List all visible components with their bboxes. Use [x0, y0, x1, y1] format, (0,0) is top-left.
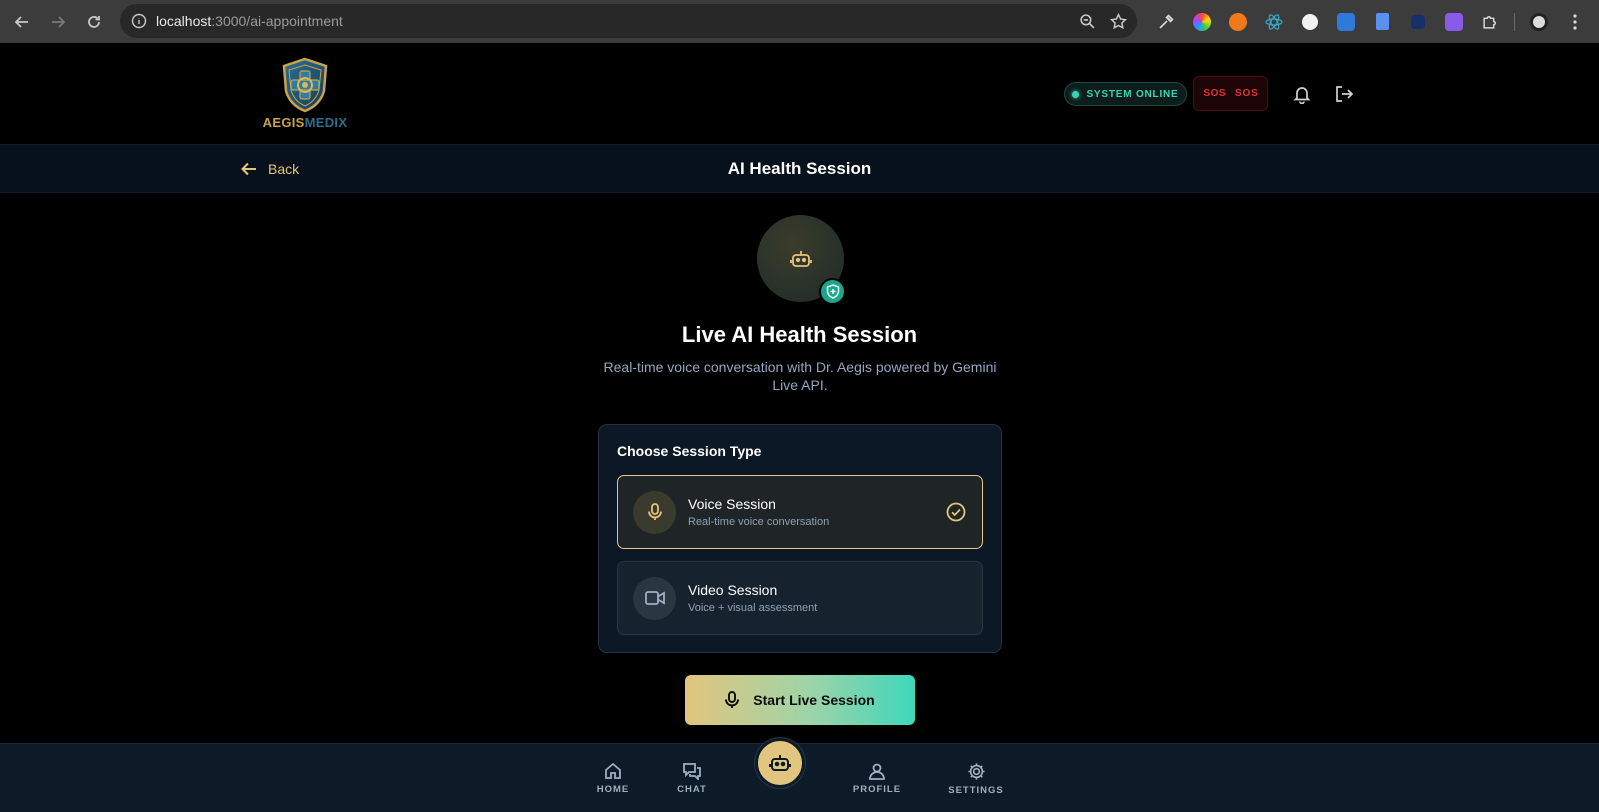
- nav-home-label: HOME: [596, 784, 630, 795]
- brand-wordmark: AEGISMEDIX: [262, 115, 348, 130]
- nav-settings[interactable]: SETTINGS: [946, 762, 1006, 796]
- url-text: localhost:3000/ai-appointment: [156, 13, 343, 29]
- status-label: SYSTEM ONLINE: [1086, 88, 1179, 100]
- session-heading: Live AI Health Session: [681, 322, 918, 347]
- sos-label: SOS: [1235, 88, 1259, 99]
- notifications-button[interactable]: [1290, 82, 1314, 106]
- voice-session-option[interactable]: Voice Session Real-time voice conversati…: [617, 475, 983, 549]
- start-session-label: Start Live Session: [753, 692, 875, 708]
- forward-nav-button[interactable]: [40, 4, 76, 40]
- nav-chat[interactable]: CHAT: [662, 762, 722, 795]
- arrow-left-icon: [14, 15, 28, 28]
- document-extension-icon[interactable]: [1364, 4, 1400, 40]
- site-info-icon[interactable]: [122, 4, 156, 38]
- ai-doctor-avatar: [757, 215, 846, 305]
- user-icon: [869, 763, 885, 780]
- orange-extension-icon[interactable]: [1220, 4, 1256, 40]
- logout-icon: [1336, 86, 1354, 102]
- blue-gear-extension-icon[interactable]: [1328, 4, 1364, 40]
- video-session-desc: Voice + visual assessment: [688, 602, 818, 614]
- purple-extension-icon[interactable]: [1436, 4, 1472, 40]
- system-status-badge: SYSTEM ONLINE: [1064, 82, 1187, 106]
- react-extension-icon[interactable]: [1256, 4, 1292, 40]
- video-session-option[interactable]: Video Session Voice + visual assessment: [617, 561, 983, 635]
- nav-settings-label: SETTINGS: [948, 785, 1004, 796]
- nav-home[interactable]: HOME: [583, 762, 643, 795]
- logout-button[interactable]: [1332, 82, 1356, 106]
- microphone-icon: [633, 490, 676, 534]
- extensions-tray: [1148, 0, 1593, 43]
- nav-profile-label: PROFILE: [852, 784, 902, 795]
- home-icon: [605, 762, 621, 779]
- eyedropper-extension-icon[interactable]: [1148, 4, 1184, 40]
- color-wheel-extension-icon[interactable]: [1184, 4, 1220, 40]
- gear-icon: [967, 763, 985, 780]
- check-circle-icon: [946, 502, 966, 522]
- session-type-card: Choose Session Type Voice Session Real-t…: [598, 424, 1002, 653]
- voice-session-label: Voice Session: [688, 496, 776, 512]
- sos-icon: SOS: [1203, 88, 1227, 99]
- ai-assistant-fab[interactable]: [755, 738, 805, 788]
- status-indicator-icon: [1072, 90, 1080, 98]
- robot-icon: [789, 250, 812, 267]
- video-session-label: Video Session: [688, 582, 778, 598]
- browser-toolbar: localhost:3000/ai-appointment: [0, 0, 1599, 43]
- bell-icon: [1293, 87, 1311, 104]
- start-live-session-button[interactable]: Start Live Session: [685, 675, 915, 725]
- microphone-icon: [725, 691, 740, 708]
- zoom-icon[interactable]: [1079, 13, 1096, 30]
- bookmark-star-icon[interactable]: [1110, 12, 1127, 30]
- puzzle-extensions-icon[interactable]: [1472, 4, 1508, 40]
- session-description: Real-time voice conversation with Dr. Ae…: [603, 359, 997, 393]
- browser-menu-icon[interactable]: [1557, 4, 1593, 40]
- nav-profile[interactable]: PROFILE: [847, 762, 907, 795]
- profile-avatar-icon[interactable]: [1521, 4, 1557, 40]
- app-header: AEGISMEDIX SYSTEM ONLINE SOS SOS: [0, 43, 1599, 144]
- back-nav-button[interactable]: [4, 4, 40, 40]
- voice-session-desc: Real-time voice conversation: [688, 516, 830, 528]
- brand-logo[interactable]: AEGISMEDIX: [255, 57, 355, 137]
- address-bar[interactable]: localhost:3000/ai-appointment: [120, 4, 1137, 38]
- reload-button[interactable]: [76, 4, 112, 40]
- sos-button[interactable]: SOS SOS: [1193, 76, 1268, 111]
- nav-chat-label: CHAT: [677, 784, 707, 795]
- reload-icon: [88, 15, 100, 28]
- shield-logo-icon: [282, 57, 328, 113]
- arrow-right-icon: [52, 15, 66, 28]
- white-circle-extension-icon[interactable]: [1292, 4, 1328, 40]
- shield-plus-badge-icon: [819, 278, 846, 305]
- chat-icon: [683, 763, 701, 780]
- page-title: AI Health Session: [727, 159, 872, 178]
- robot-icon: [769, 755, 791, 771]
- dark-blue-extension-icon[interactable]: [1400, 4, 1436, 40]
- session-type-title: Choose Session Type: [617, 443, 762, 459]
- video-camera-icon: [633, 576, 676, 620]
- page-subheader: Back AI Health Session: [0, 144, 1599, 193]
